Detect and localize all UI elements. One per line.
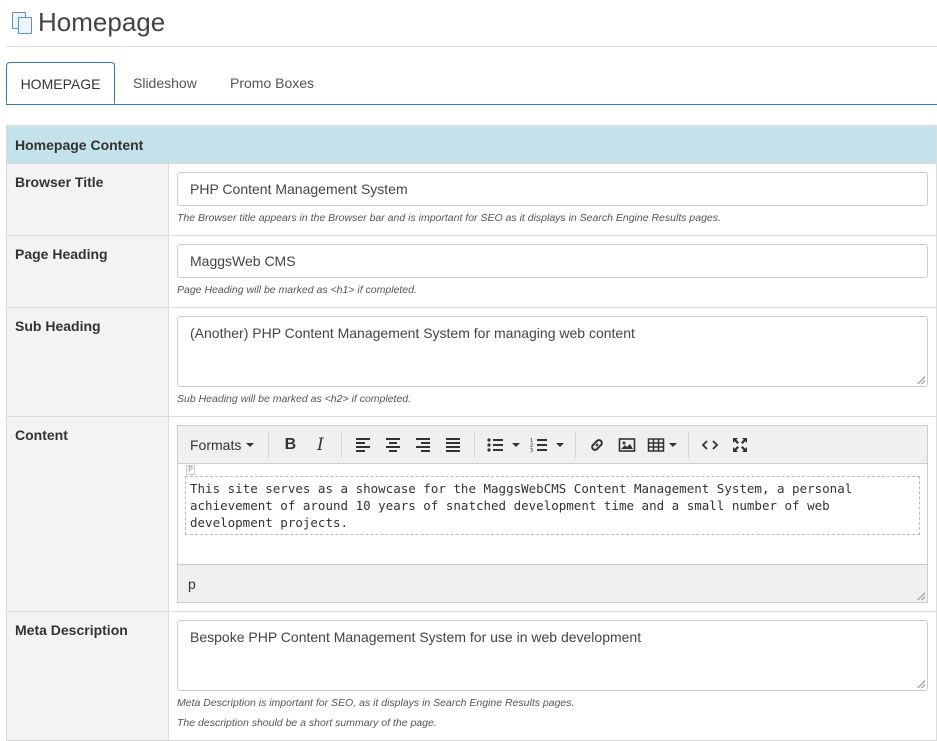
meta-description-textarea[interactable]: Bespoke PHP Content Management System fo… xyxy=(177,620,928,691)
page-header: Homepage xyxy=(10,6,165,38)
sub-heading-label: Sub Heading xyxy=(7,308,169,416)
page-title: Homepage xyxy=(38,6,166,37)
italic-icon[interactable]: I xyxy=(305,431,335,459)
bullet-list-icon[interactable] xyxy=(481,431,525,459)
source-code-icon[interactable] xyxy=(695,431,725,459)
sub-heading-row: Sub Heading (Another) PHP Content Manage… xyxy=(7,307,936,416)
meta-description-help-summary: The description should be a short summar… xyxy=(177,717,437,729)
sub-heading-help: Sub Heading will be marked as <h2> if co… xyxy=(177,393,412,405)
tab-homepage[interactable]: HOMEPAGE xyxy=(6,62,115,104)
formats-label: Formats xyxy=(190,436,242,453)
image-icon[interactable] xyxy=(612,431,642,459)
content-row: Content Formats B I 1 2 3 P This site se… xyxy=(7,416,936,611)
align-right-icon[interactable] xyxy=(408,431,438,459)
resize-handle[interactable] xyxy=(917,376,925,384)
numbered-list-icon[interactable]: 123 xyxy=(525,431,569,459)
sub-heading-textarea[interactable]: (Another) PHP Content Management System … xyxy=(177,316,928,387)
section-title: Homepage Content xyxy=(15,136,144,153)
browser-title-input[interactable]: PHP Content Management System xyxy=(177,172,928,206)
meta-description-label: Meta Description xyxy=(7,612,169,740)
browser-title-label: Browser Title xyxy=(7,164,169,235)
align-center-icon[interactable] xyxy=(378,431,408,459)
formats-dropdown[interactable]: Formats xyxy=(182,431,262,459)
editor-paragraph-text: This site serves as a showcase for the M… xyxy=(190,481,853,530)
paragraph-marker: P xyxy=(186,465,195,475)
bold-icon[interactable]: B xyxy=(275,431,305,459)
sub-heading-value: (Another) PHP Content Management System … xyxy=(190,325,635,341)
content-label: Content xyxy=(7,417,169,611)
link-icon[interactable] xyxy=(582,431,612,459)
tab-bar: HOMEPAGE Slideshow Promo Boxes xyxy=(6,62,937,105)
resize-handle[interactable] xyxy=(917,592,925,600)
page-heading-help: Page Heading will be marked as <h1> if c… xyxy=(177,284,417,296)
fullscreen-icon[interactable] xyxy=(725,431,755,459)
homepage-form: Homepage Content Browser Title PHP Conte… xyxy=(6,125,937,741)
section-header: Homepage Content xyxy=(7,126,936,163)
editor-content-area[interactable]: P This site serves as a showcase for the… xyxy=(178,464,927,564)
header-divider xyxy=(6,46,937,47)
tab-slideshow[interactable]: Slideshow xyxy=(118,62,212,104)
page-heading-input[interactable]: MaggsWeb CMS xyxy=(177,244,928,278)
rich-text-editor: Formats B I 1 2 3 P This site serves as … xyxy=(177,425,928,603)
chevron-down-icon xyxy=(669,442,678,447)
align-justify-icon[interactable] xyxy=(438,431,468,459)
pages-icon xyxy=(10,11,32,34)
editor-statusbar: p xyxy=(178,564,927,602)
browser-title-help: The Browser title appears in the Browser… xyxy=(177,212,721,224)
editor-paragraph[interactable]: P This site serves as a showcase for the… xyxy=(185,465,920,535)
meta-description-help: Meta Description is important for SEO, a… xyxy=(177,697,575,709)
chevron-down-icon xyxy=(512,442,521,447)
meta-description-value: Bespoke PHP Content Management System fo… xyxy=(190,629,642,645)
editor-toolbar: Formats B I 1 2 3 xyxy=(178,426,927,464)
chevron-down-icon xyxy=(556,442,565,447)
browser-title-row: Browser Title PHP Content Management Sys… xyxy=(7,163,936,235)
page-heading-label: Page Heading xyxy=(7,236,169,307)
resize-handle[interactable] xyxy=(917,680,925,688)
table-icon[interactable] xyxy=(642,431,682,459)
tab-promo-boxes[interactable]: Promo Boxes xyxy=(215,62,329,104)
svg-text:3: 3 xyxy=(530,448,533,454)
chevron-down-icon xyxy=(246,442,255,447)
element-path[interactable]: p xyxy=(188,576,196,592)
page-heading-row: Page Heading MaggsWeb CMS Page Heading w… xyxy=(7,235,936,307)
align-left-icon[interactable] xyxy=(348,431,378,459)
meta-description-row: Meta Description Bespoke PHP Content Man… xyxy=(7,611,936,740)
